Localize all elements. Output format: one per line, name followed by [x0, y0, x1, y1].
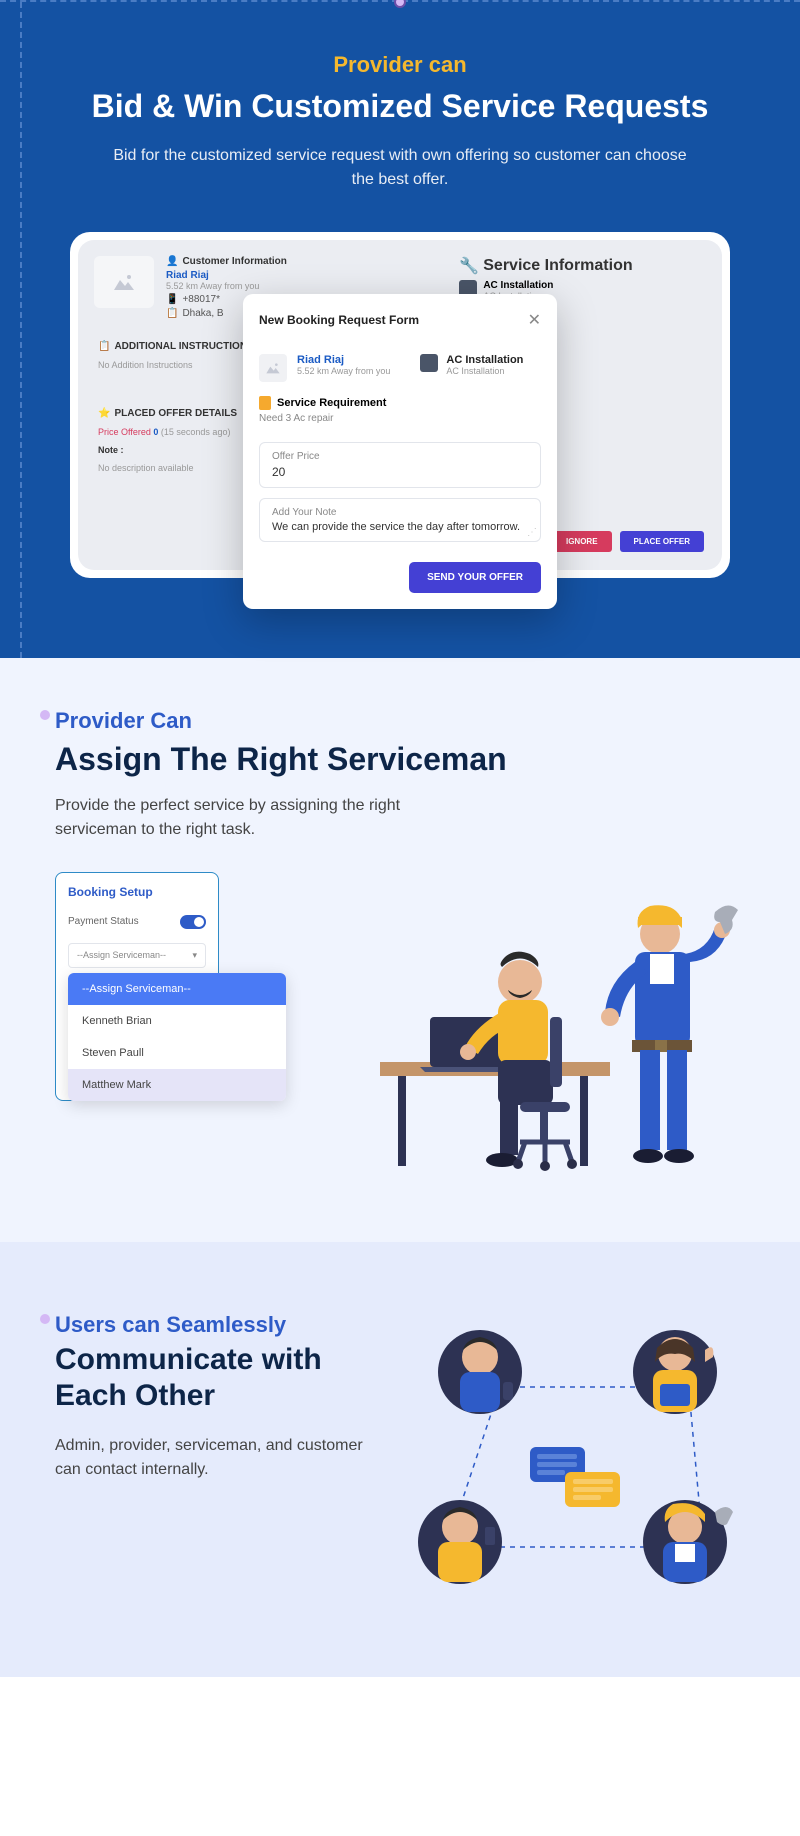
modal-service-sub: AC Installation — [446, 366, 523, 376]
offer-price-value: 20 — [272, 465, 528, 479]
service-requirement-text: Need 3 Ac repair — [259, 413, 541, 424]
serviceman-dropdown: --Assign Serviceman-- Kenneth Brian Stev… — [68, 973, 286, 1101]
service-name: AC Installation — [483, 280, 553, 291]
communication-illustration — [405, 1312, 745, 1617]
section1-eyebrow: Provider can — [40, 52, 760, 78]
modal-service-name: AC Installation — [446, 354, 523, 366]
section2-description: Provide the perfect service by assigning… — [55, 794, 415, 842]
chevron-down-icon: ▾ — [192, 950, 197, 961]
dropdown-option[interactable]: Steven Paull — [68, 1037, 286, 1069]
serviceman-illustration — [239, 872, 750, 1192]
section-assign-serviceman: Provider Can Assign The Right Serviceman… — [0, 658, 800, 1242]
customer-image-placeholder — [94, 256, 154, 308]
offer-price-label: Offer Price — [272, 451, 528, 462]
dropdown-option[interactable]: Kenneth Brian — [68, 1005, 286, 1037]
service-info-header: 🔧 Service Information — [459, 256, 706, 276]
section2-title: Assign The Right Serviceman — [55, 740, 750, 778]
booking-setup-card: Booking Setup Payment Status --Assign Se… — [55, 872, 219, 1101]
dashed-divider-left — [20, 2, 22, 658]
modal-customer-distance: 5.52 km Away from you — [297, 366, 390, 376]
requirement-icon — [259, 396, 271, 410]
assign-serviceman-select[interactable]: --Assign Serviceman-- ▾ — [68, 943, 206, 968]
dot-connector-s3 — [40, 1314, 50, 1324]
service-requirement-label: Service Requirement — [277, 397, 386, 409]
dot-connector-top — [394, 0, 406, 8]
close-icon[interactable]: ✕ — [528, 310, 541, 330]
booking-request-modal: New Booking Request Form ✕ Riad Riaj 5.5… — [243, 294, 557, 609]
add-note-textarea[interactable]: Add Your Note We can provide the service… — [259, 498, 541, 542]
modal-customer-name: Riad Riaj — [297, 354, 390, 366]
payment-status-toggle[interactable] — [180, 915, 206, 929]
section3-eyebrow: Users can Seamlessly — [55, 1312, 385, 1338]
modal-customer-image — [259, 354, 287, 382]
offer-price-input[interactable]: Offer Price 20 — [259, 442, 541, 488]
section1-description: Bid for the customized service request w… — [110, 144, 690, 192]
customer-name: Riad Riaj — [166, 270, 439, 281]
modal-service-image — [420, 354, 438, 372]
section-communicate: Users can Seamlessly Communicate with Ea… — [0, 1242, 800, 1677]
place-offer-button[interactable]: PLACE OFFER — [620, 531, 704, 552]
resize-handle-icon[interactable]: ⋰ — [527, 527, 537, 538]
modal-title: New Booking Request Form — [259, 313, 419, 327]
customer-info-header: 👤 Customer Information — [166, 256, 439, 267]
section3-title: Communicate with Each Other — [55, 1342, 385, 1414]
dropdown-option[interactable]: Matthew Mark — [68, 1069, 286, 1101]
section-bid-win: Provider can Bid & Win Customized Servic… — [0, 0, 800, 658]
section2-eyebrow: Provider Can — [55, 708, 750, 734]
screenshot-card: 👤 Customer Information Riad Riaj 5.52 km… — [70, 232, 730, 578]
booking-setup-title: Booking Setup — [68, 885, 206, 899]
ignore-button[interactable]: IGNORE — [552, 531, 612, 552]
dot-connector-s2 — [40, 710, 50, 720]
payment-status-label: Payment Status — [68, 916, 139, 927]
customer-distance: 5.52 km Away from you — [166, 281, 439, 291]
add-note-label: Add Your Note — [272, 507, 528, 518]
add-note-value: We can provide the service the day after… — [272, 521, 528, 533]
section1-title: Bid & Win Customized Service Requests — [40, 86, 760, 128]
send-offer-button[interactable]: SEND YOUR OFFER — [409, 562, 541, 593]
section3-description: Admin, provider, serviceman, and custome… — [55, 1434, 375, 1482]
dropdown-option[interactable]: --Assign Serviceman-- — [68, 973, 286, 1005]
